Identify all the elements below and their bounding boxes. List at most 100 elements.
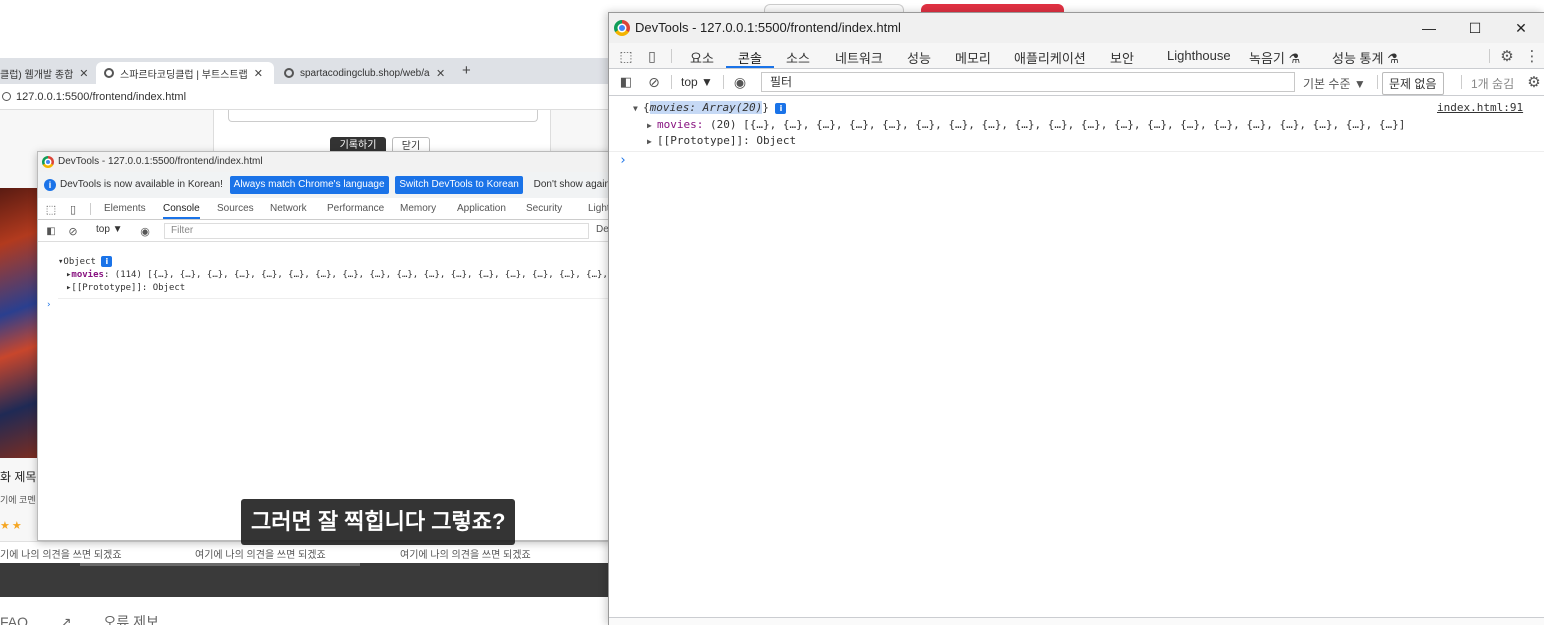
error-report-link[interactable]: 오류 제보 [104, 614, 159, 625]
console-prototype-line[interactable]: ▸[[Prototype]]: Object [58, 282, 611, 295]
default-levels-dropdown[interactable]: De [596, 224, 609, 235]
tab-security[interactable]: Security [526, 203, 562, 214]
tab-network[interactable]: 네트워크 [835, 48, 883, 67]
expand-right-icon[interactable]: ▶ [647, 118, 657, 134]
tab-performance[interactable]: Performance [327, 203, 384, 214]
background-address-bar[interactable]: 127.0.0.1:5500/frontend/index.html [0, 84, 610, 110]
issues-button[interactable]: 문제 없음 [1382, 72, 1444, 95]
expand-down-icon[interactable]: ▼ [633, 101, 643, 117]
address-text: 127.0.0.1:5500/frontend/index.html [16, 91, 187, 103]
screen: 클럽) 웹개발 종합 ✕ 스파르타코딩클럽 | 부트스트랩 ✕ spartaco… [0, 0, 1544, 625]
background-browser-tabbar: 클럽) 웹개발 종합 ✕ 스파르타코딩클럽 | 부트스트랩 ✕ spartaco… [0, 58, 610, 84]
inspect-element-icon[interactable]: ⬚ [617, 48, 635, 64]
tab-memory[interactable]: 메모리 [955, 48, 991, 67]
console-prompt[interactable]: › [46, 298, 611, 312]
tab-sources[interactable]: Sources [217, 203, 254, 214]
device-toggle-icon[interactable]: ▯ [66, 202, 80, 216]
browser-tab[interactable]: 클럽) 웹개발 종합 ✕ [0, 62, 92, 84]
tab-lighthouse[interactable]: Lighthouse [1167, 48, 1231, 63]
browser-tab-label: spartacodingclub.shop/web/api [300, 67, 430, 79]
tab-performance-insights[interactable]: 성능 통계 ⚗ [1332, 48, 1399, 67]
tab-performance[interactable]: 성능 [907, 48, 931, 67]
filter-input[interactable]: 필터 [761, 72, 1295, 92]
always-match-language-button[interactable]: Always match Chrome's language [229, 176, 389, 194]
tab-recorder[interactable]: 녹음기 ⚗ [1249, 48, 1300, 67]
source-link[interactable]: index.html:91 [1437, 100, 1523, 116]
divider [1377, 75, 1378, 89]
divider [1461, 75, 1462, 89]
comment-text: 여기에 나의 의견을 쓰면 되겠죠 [195, 550, 326, 561]
sidebar-toggle-icon[interactable]: ◧ [617, 74, 635, 90]
console-object-line[interactable]: ▾Object i [58, 256, 611, 269]
sidebar-toggle-icon[interactable]: ◧ [44, 224, 58, 238]
console-toolbar: ◧ ⊘ top ▼ ◉ Filter De [38, 220, 611, 242]
gear-icon[interactable]: ⚙ [1497, 47, 1517, 65]
tab-application[interactable]: Application [457, 203, 506, 214]
window-controls: — ☐ ✕ [1406, 13, 1544, 43]
tab-network[interactable]: Network [270, 203, 307, 214]
maximize-icon[interactable]: ☐ [1452, 13, 1498, 43]
tab-security[interactable]: 보안 [1110, 48, 1134, 67]
dont-show-again-button[interactable]: Don't show again [530, 176, 611, 194]
console-settings-gear-icon[interactable]: ⚙ [1525, 74, 1543, 91]
devtools-titlebar: DevTools - 127.0.0.1:5500/frontend/index… [609, 13, 1544, 43]
context-selector[interactable]: top ▼ [681, 75, 713, 89]
tab-console[interactable]: 콘솔 [738, 48, 762, 67]
close-icon[interactable]: ✕ [1498, 13, 1544, 43]
comment-textarea[interactable] [228, 110, 538, 122]
language-banner: i DevTools is now available in Korean! A… [38, 172, 611, 198]
movie-comment: 기에 코멘 [0, 495, 36, 505]
tab-elements[interactable]: Elements [104, 203, 146, 214]
divider [671, 49, 672, 63]
clear-console-icon[interactable]: ⊘ [66, 224, 80, 238]
new-tab-icon[interactable]: + [462, 62, 471, 79]
filter-input[interactable]: Filter [164, 223, 589, 239]
faq-link[interactable]: FAQ ↗ [0, 614, 72, 625]
switch-to-korean-button[interactable]: Switch DevTools to Korean [395, 176, 523, 194]
chrome-logo-icon [42, 156, 54, 168]
info-icon: i [44, 179, 56, 191]
prompt-icon: › [46, 300, 52, 310]
close-icon[interactable]: ✕ [79, 67, 88, 80]
close-icon[interactable]: ✕ [436, 67, 445, 80]
devtools-title: DevTools - 127.0.0.1:5500/frontend/index… [58, 156, 263, 167]
divider [671, 75, 672, 89]
movie-poster[interactable] [0, 188, 40, 458]
expand-right-icon[interactable]: ▶ [647, 134, 657, 150]
context-selector[interactable]: top ▼ [96, 224, 123, 235]
default-levels-dropdown[interactable]: 기본 수준 ▼ [1303, 75, 1366, 92]
tab-elements[interactable]: 요소 [690, 48, 714, 67]
scrollbar[interactable] [80, 563, 360, 566]
tab-application[interactable]: 애플리케이션 [1014, 48, 1086, 67]
banner-message: DevTools is now available in Korean! [60, 179, 223, 190]
info-icon: i [775, 102, 787, 114]
tab-sources[interactable]: 소스 [786, 48, 810, 67]
eye-icon[interactable]: ◉ [138, 224, 152, 238]
chrome-logo-icon [614, 20, 630, 36]
devtools-tabbar: ⬚ ▯ Elements Console Sources Network Per… [38, 198, 611, 220]
close-icon[interactable]: ✕ [254, 67, 263, 80]
browser-tab[interactable]: spartacodingclub.shop/web/api ✕ [280, 62, 456, 84]
tab-lighthouse[interactable]: Light [588, 203, 610, 214]
clear-console-icon[interactable]: ⊘ [645, 74, 663, 90]
more-options-icon[interactable]: ⋮ [1525, 47, 1540, 65]
inspect-element-icon[interactable]: ⬚ [44, 202, 58, 216]
page-footer: FAQ ↗ 오류 제보 [0, 612, 187, 625]
device-toggle-icon[interactable]: ▯ [643, 48, 661, 64]
globe-icon [104, 68, 114, 78]
browser-tab-active[interactable]: 스파르타코딩클럽 | 부트스트랩 ✕ [96, 62, 274, 84]
eye-icon[interactable]: ◉ [731, 74, 749, 90]
prompt-icon[interactable]: › [619, 153, 627, 169]
star-rating: ★★ [0, 520, 24, 532]
minimize-icon[interactable]: — [1406, 13, 1452, 43]
comment-form: 기록하기 닫기 [213, 110, 551, 155]
devtools-titlebar: DevTools - 127.0.0.1:5500/frontend/index… [38, 152, 611, 172]
tab-memory[interactable]: Memory [400, 203, 436, 214]
console-movies-line[interactable]: ▶ movies: (20) [{…}, {…}, {…}, {…}, {…}, … [647, 117, 1405, 134]
divider [90, 203, 91, 215]
tab-console[interactable]: Console [163, 203, 200, 219]
console-prototype-line[interactable]: ▶ [[Prototype]]: Object [647, 133, 796, 150]
console-object-line[interactable]: ▼ {movies: Array(20)} i [633, 100, 787, 117]
info-icon[interactable] [2, 92, 11, 101]
console-movies-line[interactable]: ▸movies: (114) [{…}, {…}, {…}, {…}, {…},… [58, 269, 611, 282]
